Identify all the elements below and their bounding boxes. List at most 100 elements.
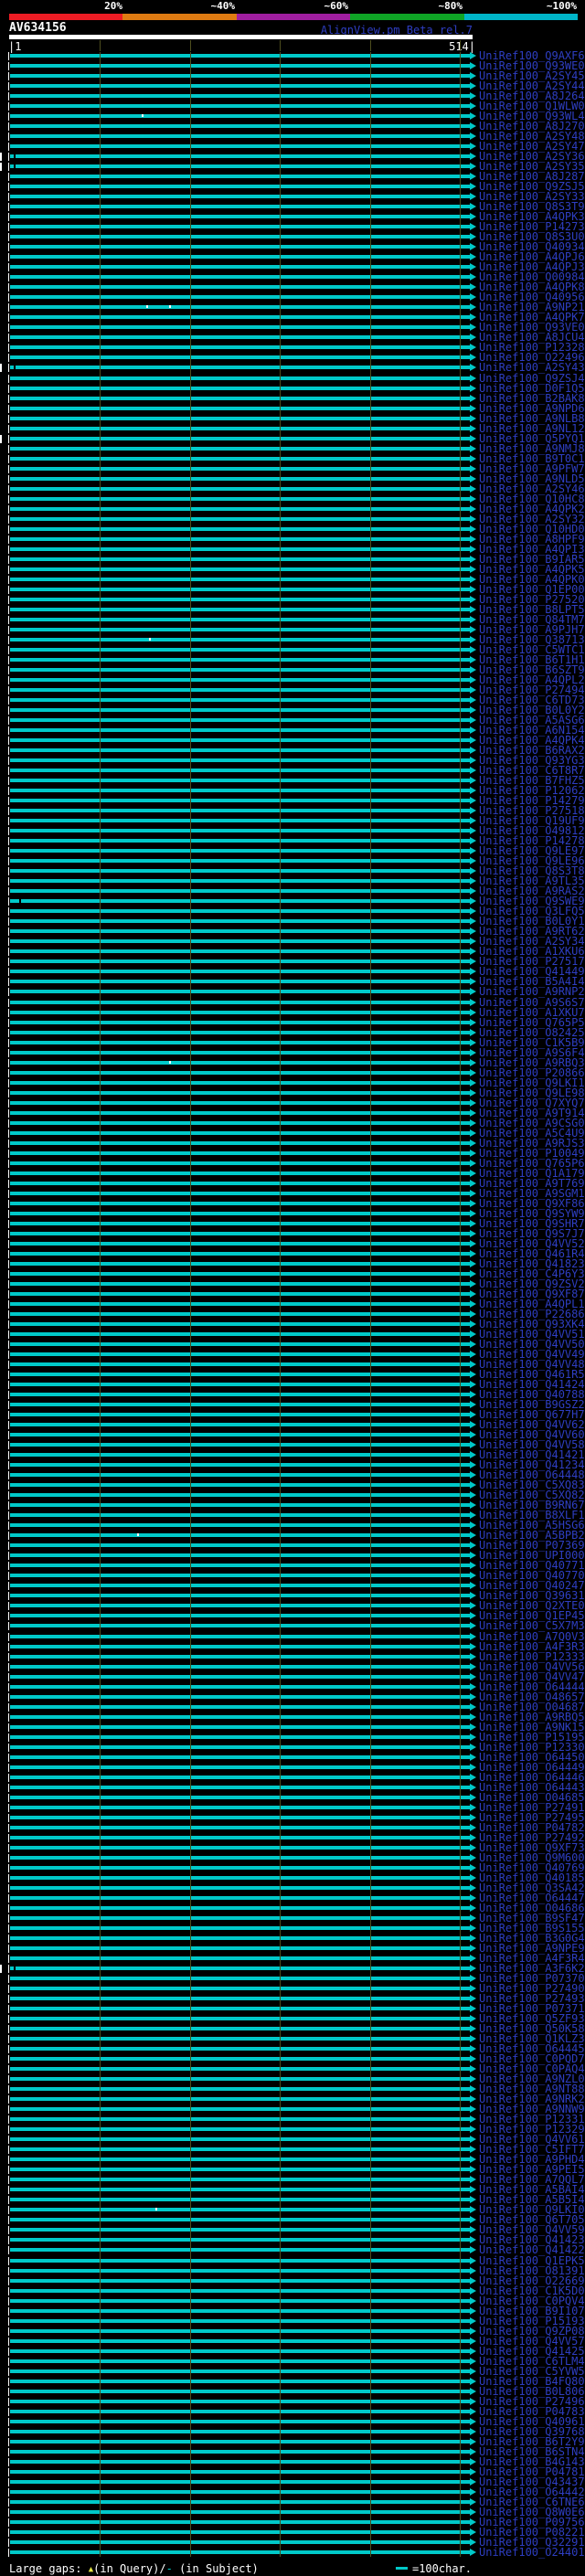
hit-bar[interactable] xyxy=(10,2410,470,2413)
hit-bar[interactable] xyxy=(10,1473,470,1477)
hit-bar[interactable] xyxy=(10,638,470,641)
hit-bar[interactable] xyxy=(10,1886,470,1890)
hit-bar[interactable] xyxy=(10,2208,470,2211)
hit-bar[interactable] xyxy=(10,1876,470,1880)
hit-bar[interactable] xyxy=(10,1745,470,1749)
hit-bar[interactable] xyxy=(10,1836,470,1839)
hit-bar[interactable] xyxy=(10,1282,470,1286)
hit-bar[interactable] xyxy=(10,1695,470,1699)
hit-bar[interactable] xyxy=(10,487,470,491)
hit-bar[interactable] xyxy=(10,315,470,319)
hit-bar[interactable] xyxy=(10,1161,470,1165)
hit-bar[interactable] xyxy=(10,1292,470,1296)
hit-bar[interactable] xyxy=(10,1645,470,1648)
hit-bar[interactable] xyxy=(10,718,470,722)
hit-bar[interactable] xyxy=(10,275,470,279)
hit-bar[interactable] xyxy=(10,2490,470,2494)
hit-bar[interactable] xyxy=(10,2540,470,2544)
hit-bar[interactable] xyxy=(10,789,470,792)
hit-bar[interactable] xyxy=(10,2380,470,2383)
hit-bar[interactable] xyxy=(10,2299,470,2303)
hit-bar[interactable] xyxy=(10,970,470,973)
hit-bar[interactable] xyxy=(10,869,470,873)
hit-bar[interactable] xyxy=(10,758,470,762)
hit-bar[interactable] xyxy=(10,255,470,259)
hit-bar[interactable] xyxy=(10,1262,470,1266)
hit-bar[interactable] xyxy=(10,2550,470,2554)
hit-bar[interactable] xyxy=(10,1806,470,1809)
hit-bar[interactable] xyxy=(10,2238,470,2242)
hit-bar[interactable] xyxy=(10,154,470,158)
hit-bar[interactable] xyxy=(10,1413,470,1416)
hit-bar[interactable] xyxy=(10,1182,470,1185)
hit-bar[interactable] xyxy=(10,1715,470,1719)
hit-bar[interactable] xyxy=(10,2027,470,2030)
hit-bar[interactable] xyxy=(10,2178,470,2181)
hit-bar[interactable] xyxy=(10,849,470,853)
hit-bar[interactable] xyxy=(10,2047,470,2051)
hit-bar[interactable] xyxy=(10,668,470,672)
hit-bar[interactable] xyxy=(10,1322,470,1326)
hit-bar[interactable] xyxy=(10,387,470,390)
hit-bar[interactable] xyxy=(10,2097,470,2101)
hit-bar[interactable] xyxy=(10,2500,470,2504)
hit-bar[interactable] xyxy=(10,2520,470,2524)
hit-bar[interactable] xyxy=(10,2530,470,2534)
hit-bar[interactable] xyxy=(10,1222,470,1225)
hit-bar[interactable] xyxy=(10,2420,470,2423)
hit-bar[interactable] xyxy=(10,2319,470,2323)
hit-bar[interactable] xyxy=(10,2017,470,2020)
hit-bar[interactable] xyxy=(10,1926,470,1930)
hit-bar[interactable] xyxy=(10,1584,470,1587)
hit-bar[interactable] xyxy=(10,2309,470,2313)
hit-bar[interactable] xyxy=(10,799,470,802)
hit-bar[interactable] xyxy=(10,437,470,440)
hit-bar[interactable] xyxy=(10,1232,470,1235)
hit-bar[interactable] xyxy=(10,64,470,68)
hit-bar[interactable] xyxy=(10,1001,470,1004)
hit-bar[interactable] xyxy=(10,2228,470,2231)
hit-bar[interactable] xyxy=(10,899,470,903)
hit-bar[interactable] xyxy=(10,819,470,822)
hit-bar[interactable] xyxy=(10,1796,470,1799)
hit-bar[interactable] xyxy=(10,2168,470,2171)
hit-bar[interactable] xyxy=(10,2369,470,2373)
hit-bar[interactable] xyxy=(10,74,470,78)
hit-bar[interactable] xyxy=(10,1553,470,1557)
hit-bar[interactable] xyxy=(10,1977,470,1980)
hit-bar[interactable] xyxy=(10,1786,470,1789)
hit-bar[interactable] xyxy=(10,1725,470,1729)
hit-bar[interactable] xyxy=(10,175,470,178)
hit-bar[interactable] xyxy=(10,2107,470,2111)
hit-bar[interactable] xyxy=(10,2279,470,2283)
hit-bar[interactable] xyxy=(10,397,470,400)
hit-bar[interactable] xyxy=(10,1987,470,1990)
hit-bar[interactable] xyxy=(10,84,470,88)
hit-bar[interactable] xyxy=(10,215,470,218)
hit-bar[interactable] xyxy=(10,909,470,913)
hit-bar[interactable] xyxy=(10,1403,470,1406)
hit-bar[interactable] xyxy=(10,295,470,299)
hit-bar[interactable] xyxy=(10,335,470,339)
hit-bar[interactable] xyxy=(10,1131,470,1135)
hit-bar[interactable] xyxy=(10,939,470,943)
hit-bar[interactable] xyxy=(10,507,470,511)
hit-bar[interactable] xyxy=(10,557,470,561)
hit-bar[interactable] xyxy=(10,2430,470,2433)
hit-bar[interactable] xyxy=(10,376,470,380)
hit-bar[interactable] xyxy=(10,325,470,329)
hit-bar[interactable] xyxy=(10,618,470,621)
hit-bar[interactable] xyxy=(10,1856,470,1860)
hit-bar[interactable] xyxy=(10,2259,470,2263)
hit-bar[interactable] xyxy=(10,517,470,521)
hit-bar[interactable] xyxy=(10,1091,470,1095)
hit-bar[interactable] xyxy=(10,497,470,501)
hit-bar[interactable] xyxy=(10,578,470,581)
hit-bar[interactable] xyxy=(10,345,470,349)
hit-bar[interactable] xyxy=(10,1705,470,1709)
hit-bar[interactable] xyxy=(10,2339,470,2343)
hit-bar[interactable] xyxy=(10,1443,470,1447)
hit-bar[interactable] xyxy=(10,1121,470,1125)
hit-bar[interactable] xyxy=(10,2349,470,2353)
hit-bar[interactable] xyxy=(10,2057,470,2061)
